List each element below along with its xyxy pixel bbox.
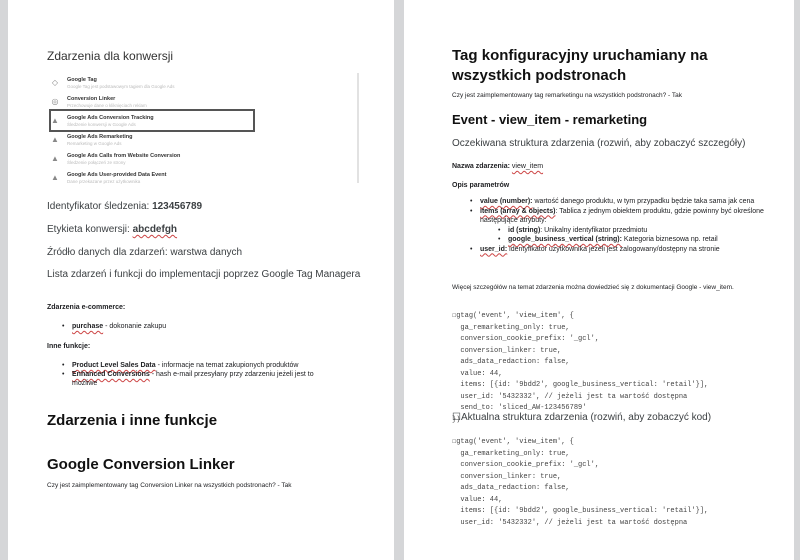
conversion-linker-icon: ◎ bbox=[51, 97, 59, 106]
conversion-linker-heading: Google Conversion Linker bbox=[47, 456, 235, 473]
conversion-label-label: Etykieta konwersji: bbox=[47, 224, 130, 235]
code-line: items: [{id: '9bdd2', google_business_ve… bbox=[452, 381, 709, 389]
more-details-link[interactable]: Więcej szczegółów na temat zdarzenia moż… bbox=[452, 283, 772, 292]
tag-description: Śledzenie połączeń ze strony bbox=[67, 160, 126, 165]
other-function-item-term: Enhanced Conversions bbox=[72, 371, 150, 378]
tag-list-item[interactable]: ◇ Google Tag Google Tag jest podstawowym t… bbox=[47, 75, 347, 93]
config-tag-heading-line1: Tag konfiguracyjny uruchamiany na bbox=[452, 47, 708, 64]
other-functions-list: Product Level Sales Data - informacje na… bbox=[60, 361, 340, 388]
event-name-line: Nazwa zdarzenia: view_item bbox=[452, 163, 543, 170]
tag-name: Google Ads User-provided Data Event bbox=[67, 172, 167, 178]
events-section-heading: Zdarzenia i inne funkcje bbox=[47, 412, 218, 429]
events-list-heading: Lista zdarzeń i funkcji do implementacji… bbox=[47, 269, 361, 280]
other-functions-heading: Inne funkcje: bbox=[47, 343, 91, 350]
code-line: value: 44, bbox=[452, 369, 503, 378]
param-value: value (number): wartość danego produktu,… bbox=[468, 197, 778, 207]
tag-list-item[interactable]: ▲ Google Ads Calls from Website Conversio… bbox=[47, 151, 347, 169]
code-line: ga_remarketing_only: true, bbox=[452, 449, 570, 458]
conversion-label-line: Etykieta konwersji: abcdefgh bbox=[47, 224, 177, 235]
expected-code-block: ☐gtag('event', 'view_item', { ga_remarke… bbox=[452, 311, 782, 426]
code-line: value: 44, bbox=[452, 495, 503, 504]
ecommerce-item-term: purchase bbox=[72, 323, 104, 330]
actual-code-block: ☐gtag('event', 'view_item', { ga_remarke… bbox=[452, 437, 782, 529]
other-function-item-term: Product Level Sales Data bbox=[72, 362, 156, 369]
tag-list-scrollbar[interactable] bbox=[357, 73, 359, 183]
google-ads-icon: ▲ bbox=[51, 154, 59, 163]
ecommerce-heading: Zdarzenia e-commerce: bbox=[47, 304, 126, 311]
code-line: conversion_linker: true, bbox=[452, 346, 562, 355]
code-line: user_id: '5432332', // jeżeli jest ta wa… bbox=[452, 518, 688, 527]
document-page-left: Zdarzenia dla konwersji ◇ Google Tag Googl… bbox=[8, 0, 394, 560]
document-page-right: Tag konfiguracyjny uruchamiany na wszyst… bbox=[404, 0, 794, 560]
other-function-item: Product Level Sales Data - informacje na… bbox=[60, 361, 340, 370]
code-line: ads_data_redaction: false, bbox=[452, 358, 570, 366]
tag-name: Google Ads Calls from Website Conversion bbox=[67, 153, 181, 159]
tag-description: Przechowuje dane o kliknięciach reklam bbox=[67, 103, 147, 108]
code-line: ads_data_redaction: false, bbox=[452, 484, 570, 492]
params-heading: Opis parametrów bbox=[452, 182, 510, 189]
code-line: conversion_linker: true, bbox=[452, 472, 562, 481]
google-ads-icon: ▲ bbox=[51, 135, 59, 144]
event-name-label: Nazwa zdarzenia: bbox=[452, 163, 510, 170]
expected-structure-toggle[interactable]: Oczekiwana struktura zdarzenia (rozwiń, … bbox=[452, 138, 745, 149]
ecommerce-list: purchase - dokonanie zakupu bbox=[60, 322, 360, 331]
ecommerce-item: purchase - dokonanie zakupu bbox=[60, 322, 360, 331]
google-ads-icon: ▲ bbox=[51, 173, 59, 182]
tag-name: Google Tag bbox=[67, 77, 97, 83]
other-function-item-desc: - informacje na temat zakupionych produk… bbox=[155, 362, 299, 369]
config-tag-heading: Tag konfiguracyjny uruchamiany na wszyst… bbox=[452, 46, 782, 86]
param-user-id: user_id: identyfikator użytkownika jeżel… bbox=[468, 245, 778, 255]
tag-description: Google Tag jest podstawowym tagiem dla G… bbox=[67, 84, 175, 89]
event-name-value: view_item bbox=[511, 163, 544, 170]
tag-list-item[interactable]: ▲ Google Ads User-provided Data Event Dane… bbox=[47, 170, 347, 188]
params-list: value (number): wartość danego produktu,… bbox=[468, 197, 778, 254]
conversion-label-value: abcdefgh bbox=[132, 224, 178, 235]
config-tag-heading-line2: wszystkich podstronach bbox=[452, 67, 627, 84]
tag-description: Remarketing w Google Ads bbox=[67, 141, 122, 146]
tracking-id-value: 123456789 bbox=[152, 201, 203, 212]
conversion-linker-question: Czy jest zaimplementowany tag Conversion… bbox=[47, 482, 292, 489]
tag-name: Conversion Linker bbox=[67, 96, 116, 102]
code-line: ☐gtag('event', 'view_item', { bbox=[452, 312, 574, 320]
param-items: items (array & objects): Tablica z jedny… bbox=[468, 207, 778, 245]
tag-name: Google Ads Remarketing bbox=[67, 134, 133, 140]
code-line: ☐gtag('event', 'view_item', { bbox=[452, 438, 574, 446]
data-source-line: Źródło danych dla zdarzeń: warstwa danyc… bbox=[47, 247, 243, 258]
tag-description: Dane przekazane przez użytkownika bbox=[67, 179, 141, 184]
google-tag-icon: ◇ bbox=[51, 78, 59, 87]
tracking-id-line: Identyfikator śledzenia: 123456789 bbox=[47, 201, 202, 212]
code-line: conversion_cookie_prefix: '_gcl', bbox=[452, 461, 600, 469]
code-line: items: [{id: '9bdd2', google_business_ve… bbox=[452, 507, 709, 515]
sub-param-vertical: google_business_vertical (string): Kateg… bbox=[496, 235, 778, 245]
remarketing-question: Czy jest zaimplementowany tag remarketin… bbox=[452, 92, 683, 99]
sub-param-id: id (string): Unikalny identyfikator prze… bbox=[496, 226, 778, 236]
tag-list-item[interactable]: ▲ Google Ads Remarketing Remarketing w Goo… bbox=[47, 132, 347, 150]
items-sub-params: id (string): Unikalny identyfikator prze… bbox=[496, 226, 778, 245]
code-line: user_id: '5432332', // jeżeli jest ta wa… bbox=[452, 392, 688, 401]
ecommerce-item-desc: - dokonanie zakupu bbox=[103, 323, 167, 330]
highlighted-tag-outline bbox=[49, 109, 255, 132]
code-line: conversion_cookie_prefix: '_gcl', bbox=[452, 335, 600, 343]
other-function-item: Enhanced Conversions - hash e-mail przes… bbox=[60, 370, 340, 388]
event-heading: Event - view_item - remarketing bbox=[452, 112, 648, 127]
conversion-events-heading: Zdarzenia dla konwersji bbox=[47, 49, 174, 63]
tracking-id-label: Identyfikator śledzenia: bbox=[47, 201, 150, 212]
code-line: ga_remarketing_only: true, bbox=[452, 323, 570, 332]
actual-structure-toggle[interactable]: ☐Aktualna struktura zdarzenia (rozwiń, a… bbox=[452, 412, 711, 423]
